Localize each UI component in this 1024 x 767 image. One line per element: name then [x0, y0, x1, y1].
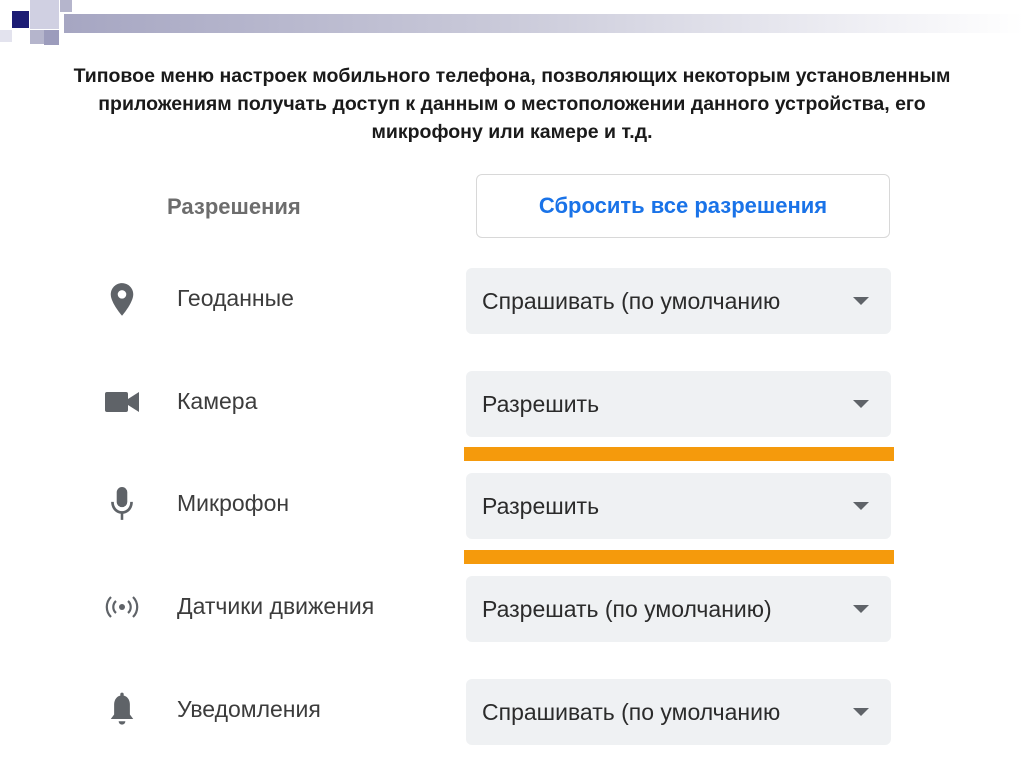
slide-decor-square [30, 0, 59, 29]
camera-highlight-bar [464, 447, 894, 461]
chevron-down-icon [853, 502, 869, 510]
slide-title: Типовое меню настроек мобильного телефон… [73, 65, 951, 143]
slide-decor-square [30, 30, 44, 44]
microphone-select[interactable]: Разрешить [466, 473, 891, 539]
chevron-down-icon [853, 708, 869, 716]
camera-icon [102, 382, 142, 422]
microphone-highlight-bar [464, 550, 894, 564]
permission-label-geodata: Геоданные [177, 285, 294, 311]
select-value: Спрашивать (по умолчанию [482, 698, 781, 725]
microphone-icon [102, 484, 142, 524]
chevron-down-icon [853, 400, 869, 408]
slide-decor-square [12, 11, 29, 28]
bell-icon [102, 690, 142, 730]
location-pin-icon [102, 280, 142, 320]
motion-sensor-icon [102, 587, 142, 627]
select-value: Разрешить [482, 492, 600, 519]
chevron-down-icon [853, 297, 869, 305]
slide-decor-square [44, 30, 59, 45]
motion-sensors-select[interactable]: Разрешать (по умолчанию) [466, 576, 891, 642]
select-value: Спрашивать (по умолчанию [482, 287, 781, 314]
slide-decor-square [60, 0, 72, 12]
reset-permissions-button[interactable]: Сбросить все разрешения [476, 174, 890, 238]
select-value: Разрешить [482, 390, 600, 417]
select-value: Разрешать (по умолчанию) [482, 595, 772, 622]
permission-label-microphone: Микрофон [177, 490, 290, 516]
notifications-select[interactable]: Спрашивать (по умолчанию [466, 679, 891, 745]
slide-header-band [64, 14, 1024, 33]
permission-label-camera: Камера [177, 388, 258, 414]
permission-label-motion-sensors: Датчики движения [177, 593, 375, 619]
permissions-header: Разрешения [167, 194, 301, 219]
camera-select[interactable]: Разрешить [466, 371, 891, 437]
geodata-select[interactable]: Спрашивать (по умолчанию [466, 268, 891, 334]
permission-label-notifications: Уведомления [177, 696, 321, 722]
chevron-down-icon [853, 605, 869, 613]
slide-decor-square [0, 30, 12, 42]
